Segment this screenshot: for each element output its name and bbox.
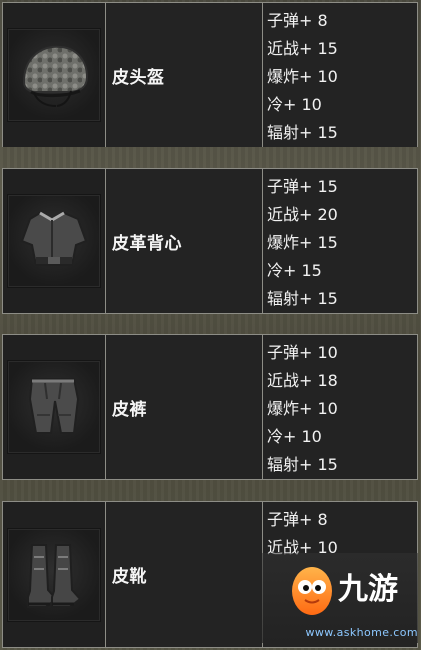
stat-line: 子弹+ 8 (267, 11, 328, 30)
item-card-pants: 皮裤 子弹+ 10 近战+ 18 爆炸+ 10 冷+ 10 辐射+ 15 (2, 334, 418, 480)
jiuyou-logo-icon: 九游 (292, 567, 398, 615)
item-icon-cell (3, 3, 106, 147)
pants-icon (28, 378, 80, 434)
item-stats-cell: 子弹+ 10 近战+ 18 爆炸+ 10 冷+ 10 辐射+ 15 (263, 335, 417, 479)
watermark: 九游 www.askhome.com (262, 553, 418, 643)
item-stats-cell: 子弹+ 8 近战+ 15 爆炸+ 10 冷+ 10 辐射+ 15 (263, 3, 417, 147)
helmet-icon (22, 45, 89, 107)
item-icon-frame (7, 194, 101, 288)
stat-line: 近战+ 18 (267, 371, 338, 390)
item-name: 皮头盔 (112, 67, 165, 88)
item-card-helmet: 皮头盔 子弹+ 8 近战+ 15 爆炸+ 10 冷+ 10 辐射+ 15 (2, 2, 418, 147)
item-card-vest: 皮革背心 子弹+ 15 近战+ 20 爆炸+ 15 冷+ 15 辐射+ 15 (2, 168, 418, 314)
stat-line: 子弹+ 15 (267, 177, 338, 196)
item-icon-frame (7, 360, 101, 454)
item-stats-cell: 子弹+ 15 近战+ 20 爆炸+ 15 冷+ 15 辐射+ 15 (263, 169, 417, 313)
item-icon-frame (7, 28, 101, 122)
item-name-cell: 皮裤 (106, 335, 263, 479)
stat-line: 子弹+ 10 (267, 343, 338, 362)
stat-line: 爆炸+ 10 (267, 67, 338, 86)
stat-line: 冷+ 10 (267, 427, 322, 446)
stat-line: 辐射+ 15 (267, 123, 338, 142)
stat-line: 近战+ 15 (267, 39, 338, 58)
item-icon-frame (7, 527, 101, 622)
item-icon-cell (3, 502, 106, 647)
item-name: 皮靴 (112, 567, 147, 587)
stat-line: 辐射+ 15 (267, 455, 338, 474)
item-name-cell: 皮革背心 (106, 169, 263, 313)
item-name: 皮革背心 (112, 233, 182, 254)
stat-line: 冷+ 15 (267, 261, 322, 280)
item-name-cell: 皮靴 (106, 502, 263, 647)
item-name-cell: 皮头盔 (106, 3, 263, 147)
stat-line: 冷+ 10 (267, 95, 322, 114)
stat-line: 爆炸+ 15 (267, 233, 338, 252)
stat-line: 爆炸+ 10 (267, 399, 338, 418)
item-name: 皮裤 (112, 399, 147, 420)
watermark-brand: 九游 (338, 572, 398, 607)
stat-line: 近战+ 20 (267, 205, 338, 224)
boots-icon (27, 543, 82, 608)
watermark-url: www.askhome.com (305, 626, 418, 639)
item-icon-cell (3, 335, 106, 479)
stat-line: 子弹+ 8 (267, 510, 328, 529)
item-icon-cell (3, 169, 106, 313)
stat-line: 辐射+ 15 (267, 289, 338, 308)
vest-icon (20, 211, 88, 266)
